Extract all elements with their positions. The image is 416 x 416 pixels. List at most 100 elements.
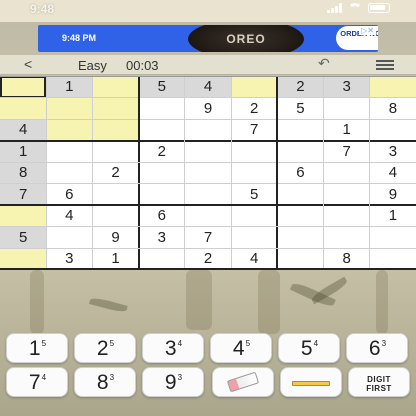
sudoku-cell-r7c1[interactable] <box>0 205 47 227</box>
digit-key-4[interactable]: 45 <box>210 333 272 363</box>
sudoku-cell-r7c6[interactable] <box>231 205 277 227</box>
eraser-button[interactable] <box>212 367 274 397</box>
ad-close-icon[interactable]: ▷✕ <box>359 26 376 35</box>
sudoku-cell-r6c7[interactable] <box>277 184 323 206</box>
sudoku-cell-r7c3[interactable] <box>92 205 138 227</box>
sudoku-cell-r4c5[interactable] <box>185 141 231 163</box>
sudoku-cell-r6c2[interactable]: 6 <box>46 184 92 206</box>
sudoku-cell-r6c4[interactable] <box>139 184 185 206</box>
menu-icon[interactable] <box>376 60 394 70</box>
sudoku-cell-r4c8[interactable]: 7 <box>324 141 370 163</box>
digit-key-2[interactable]: 25 <box>74 333 136 363</box>
sudoku-cell-r6c5[interactable] <box>185 184 231 206</box>
undo-icon[interactable]: ↶ <box>318 55 330 72</box>
sudoku-cell-r1c8[interactable]: 3 <box>323 76 370 98</box>
sudoku-cell-r3c3[interactable] <box>92 119 139 141</box>
sudoku-cell-r4c3[interactable] <box>92 141 138 163</box>
sudoku-cell-r7c4[interactable]: 6 <box>139 205 185 227</box>
sudoku-cell-r4c6[interactable] <box>231 141 277 163</box>
digit-key-5[interactable]: 54 <box>278 333 340 363</box>
sudoku-cell-r1c3[interactable] <box>92 76 139 98</box>
sudoku-cell-r9c3[interactable]: 1 <box>92 248 138 270</box>
sudoku-cell-r2c4[interactable] <box>139 98 185 120</box>
sudoku-cell-r3c4[interactable] <box>139 119 185 141</box>
sudoku-cell-r4c2[interactable] <box>46 141 92 163</box>
digit-key-label: 6 <box>368 337 381 360</box>
sudoku-cell-r4c7[interactable] <box>277 141 323 163</box>
sudoku-cell-r3c9[interactable] <box>370 119 416 141</box>
sudoku-cell-r6c8[interactable] <box>324 184 370 206</box>
sudoku-cell-r8c5[interactable]: 7 <box>185 227 231 249</box>
sudoku-cell-r8c8[interactable] <box>324 227 370 249</box>
ad-banner[interactable]: 9:48 PM OREO ORDER NOW ▷✕ <box>38 25 378 52</box>
background-bamboo <box>258 270 280 334</box>
sudoku-cell-r5c5[interactable] <box>185 162 231 184</box>
sudoku-cell-r8c9[interactable] <box>370 227 416 249</box>
digit-key-9[interactable]: 93 <box>142 367 204 397</box>
sudoku-cell-r8c3[interactable]: 9 <box>92 227 138 249</box>
sudoku-cell-r5c8[interactable] <box>324 162 370 184</box>
digit-key-8[interactable]: 83 <box>74 367 136 397</box>
sudoku-cell-r2c9[interactable]: 8 <box>370 98 416 120</box>
sudoku-cell-r6c1[interactable]: 7 <box>0 183 47 206</box>
sudoku-cell-r1c7[interactable]: 2 <box>277 76 324 98</box>
sudoku-cell-r8c4[interactable]: 3 <box>139 227 185 249</box>
digit-key-6[interactable]: 63 <box>346 333 408 363</box>
sudoku-cell-r4c9[interactable]: 3 <box>370 141 416 163</box>
digit-key-1[interactable]: 15 <box>6 333 68 363</box>
sudoku-cell-r2c2[interactable] <box>46 97 93 120</box>
sudoku-cell-r8c7[interactable] <box>277 227 323 249</box>
sudoku-cell-r3c2[interactable] <box>46 119 93 141</box>
sudoku-cell-r5c3[interactable]: 2 <box>92 162 138 184</box>
sudoku-cell-r1c5[interactable]: 4 <box>184 76 232 98</box>
sudoku-cell-r7c5[interactable] <box>185 205 231 227</box>
sudoku-cell-r2c7[interactable]: 5 <box>277 98 323 120</box>
sudoku-cell-r1c6[interactable] <box>231 76 278 98</box>
sudoku-cell-r5c1[interactable]: 8 <box>0 162 47 184</box>
sudoku-cell-r2c8[interactable] <box>324 98 370 120</box>
sudoku-cell-r5c9[interactable]: 4 <box>370 162 416 184</box>
sudoku-cell-r9c4[interactable] <box>139 248 185 270</box>
sudoku-cell-r5c4[interactable] <box>139 162 185 184</box>
sudoku-cell-r1c4[interactable]: 5 <box>138 76 185 98</box>
sudoku-cell-r6c9[interactable]: 9 <box>370 184 416 206</box>
sudoku-cell-r6c6[interactable]: 5 <box>231 184 277 206</box>
sudoku-cell-r7c7[interactable] <box>277 205 323 227</box>
digit-first-button[interactable]: DIGIT FIRST <box>348 367 410 397</box>
sudoku-cell-r9c2[interactable]: 3 <box>46 248 92 270</box>
sudoku-cell-r9c9[interactable] <box>370 248 416 270</box>
digit-key-7[interactable]: 74 <box>6 367 68 397</box>
sudoku-cell-r4c4[interactable]: 2 <box>139 141 185 163</box>
sudoku-cell-r5c7[interactable]: 6 <box>277 162 323 184</box>
sudoku-cell-r7c2[interactable]: 4 <box>46 205 92 227</box>
sudoku-cell-r8c6[interactable] <box>231 227 277 249</box>
sudoku-cell-r9c7[interactable] <box>277 248 323 270</box>
sudoku-cell-r4c1[interactable]: 1 <box>0 140 47 163</box>
sudoku-cell-r5c2[interactable] <box>46 162 92 184</box>
sudoku-cell-r1c9[interactable] <box>369 76 416 98</box>
pencil-button[interactable] <box>280 367 342 397</box>
sudoku-cell-r1c1[interactable] <box>0 76 47 98</box>
sudoku-cell-r9c1[interactable] <box>0 248 47 270</box>
sudoku-cell-r2c3[interactable] <box>92 97 139 120</box>
sudoku-cell-r5c6[interactable] <box>231 162 277 184</box>
sudoku-cell-r2c1[interactable] <box>0 97 47 120</box>
sudoku-cell-r7c8[interactable] <box>324 205 370 227</box>
sudoku-cell-r3c6[interactable]: 7 <box>231 119 277 141</box>
sudoku-cell-r3c5[interactable] <box>185 119 231 141</box>
sudoku-cell-r3c1[interactable]: 4 <box>0 119 47 141</box>
sudoku-cell-r2c5[interactable]: 9 <box>185 98 231 120</box>
sudoku-cell-r8c2[interactable] <box>46 227 92 249</box>
sudoku-cell-r1c2[interactable]: 1 <box>46 76 93 98</box>
sudoku-cell-r9c5[interactable]: 2 <box>185 248 231 270</box>
sudoku-cell-r3c8[interactable]: 1 <box>324 119 370 141</box>
sudoku-cell-r2c6[interactable]: 2 <box>231 98 277 120</box>
sudoku-cell-r9c6[interactable]: 4 <box>231 248 277 270</box>
sudoku-cell-r6c3[interactable] <box>92 184 138 206</box>
sudoku-cell-r3c7[interactable] <box>277 119 323 141</box>
digit-key-3[interactable]: 34 <box>142 333 204 363</box>
sudoku-cell-r8c1[interactable]: 5 <box>0 226 47 249</box>
sudoku-cell-r7c9[interactable]: 1 <box>370 205 416 227</box>
back-button[interactable]: < <box>24 56 32 72</box>
sudoku-cell-r9c8[interactable]: 8 <box>324 248 370 270</box>
